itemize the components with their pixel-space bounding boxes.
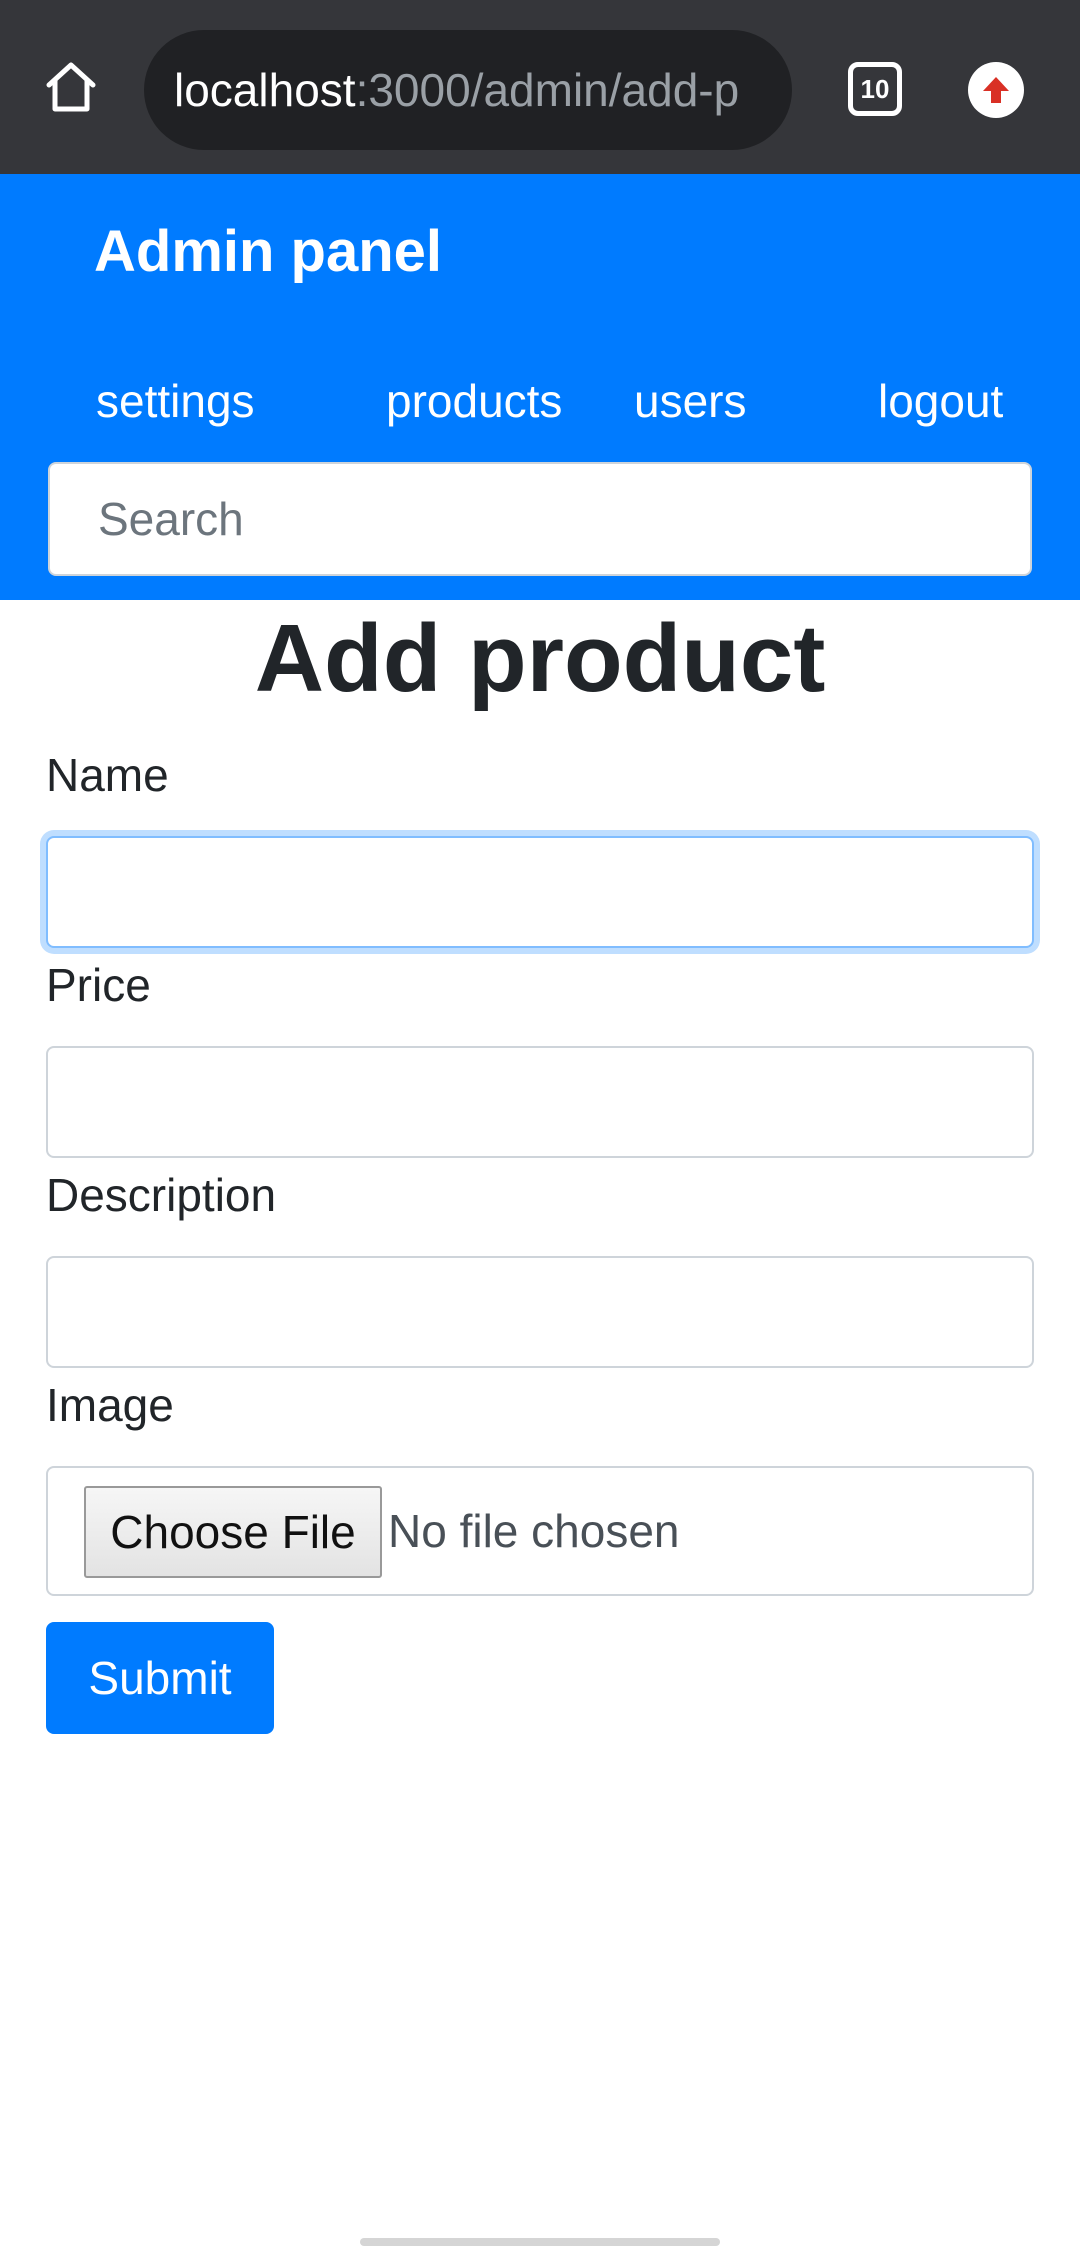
- url-host: localhost: [174, 64, 356, 116]
- home-button[interactable]: [36, 52, 106, 122]
- arrow-up-icon: [983, 77, 1009, 103]
- file-status-text: No file chosen: [388, 1505, 680, 1557]
- update-button[interactable]: [968, 62, 1024, 118]
- image-file-input[interactable]: Choose File No file chosen: [46, 1466, 1034, 1596]
- name-label: Name: [46, 749, 169, 801]
- nav-link-products[interactable]: products: [386, 374, 562, 428]
- price-input[interactable]: [46, 1046, 1034, 1158]
- nav-link-users[interactable]: users: [634, 374, 746, 428]
- page-title: Add product: [254, 605, 826, 712]
- address-bar[interactable]: localhost:3000/admin/add-p: [144, 30, 792, 150]
- tab-switcher-button[interactable]: 10: [848, 62, 902, 116]
- submit-button[interactable]: Submit: [46, 1622, 274, 1734]
- home-icon: [46, 62, 96, 112]
- nav-link-settings[interactable]: settings: [96, 374, 255, 428]
- url-text: localhost:3000/admin/add-p: [174, 30, 739, 150]
- name-input[interactable]: [46, 836, 1034, 948]
- browser-toolbar: localhost:3000/admin/add-p 10: [0, 0, 1080, 174]
- gesture-navigation-bar[interactable]: [360, 2238, 720, 2246]
- price-label: Price: [46, 959, 151, 1011]
- nav-link-logout[interactable]: logout: [878, 374, 1003, 428]
- choose-file-button[interactable]: Choose File: [84, 1486, 382, 1578]
- url-path: :3000/admin/add-p: [355, 64, 740, 116]
- app-navbar: Admin panel settings products users logo…: [0, 174, 1080, 600]
- description-label: Description: [46, 1169, 277, 1221]
- image-label: Image: [46, 1379, 174, 1431]
- description-input[interactable]: [46, 1256, 1034, 1368]
- search-input[interactable]: [48, 462, 1032, 576]
- brand-title[interactable]: Admin panel: [94, 218, 442, 285]
